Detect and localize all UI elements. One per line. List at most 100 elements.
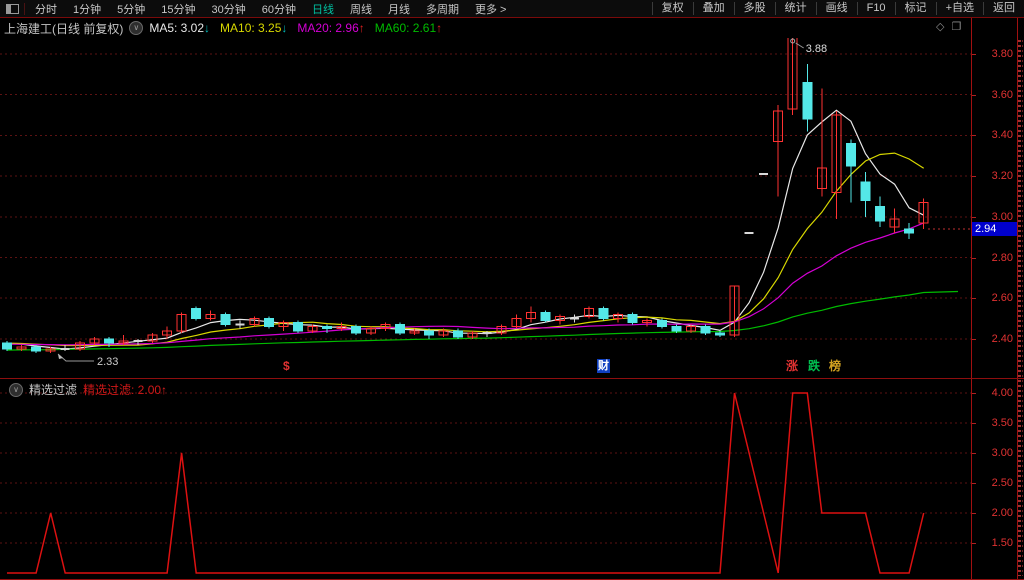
- indicator-chart[interactable]: [0, 379, 971, 578]
- candle-body: [876, 207, 885, 221]
- period-tab-4[interactable]: 30分钟: [204, 4, 254, 16]
- event-marker-4[interactable]: 榜: [829, 359, 841, 373]
- indicator-tick-label: 3.00: [992, 447, 1013, 459]
- price-tick-label: 3.40: [992, 129, 1013, 141]
- price-axis: 3.80 3.60 3.40 3.20 3.00 2.80 2.60 2.40 2.94: [971, 38, 1017, 378]
- period-tab-2[interactable]: 5分钟: [109, 4, 153, 16]
- indicator-axis: 4.00 3.50 3.00 2.50 2.00 1.50: [971, 379, 1017, 578]
- period-tab-0[interactable]: 分时: [27, 4, 65, 16]
- ma20-line: [7, 223, 924, 345]
- candle-body: [323, 327, 332, 329]
- pane-separator[interactable]: [0, 378, 1024, 379]
- toolbar-button-4[interactable]: 画线: [816, 2, 857, 15]
- candle-body: [905, 229, 914, 233]
- candle-body: [657, 321, 666, 327]
- period-tab-3[interactable]: 15分钟: [153, 4, 203, 16]
- period-tab-6[interactable]: 日线: [304, 4, 342, 16]
- right-scroll-strip[interactable]: [1018, 40, 1021, 576]
- price-tick-label: 2.80: [992, 252, 1013, 264]
- chevron-down-icon[interactable]: ∨: [129, 21, 143, 35]
- period-tab-7[interactable]: 周线: [342, 4, 380, 16]
- last-price-badge: 2.94: [972, 222, 1017, 236]
- toolbar-button-6[interactable]: 标记: [895, 2, 936, 15]
- indicator-tick-label: 3.50: [992, 417, 1013, 429]
- period-tab-1[interactable]: 1分钟: [65, 4, 109, 16]
- ma-arrow-icon: ↑: [436, 21, 442, 35]
- chart-right-border: [971, 18, 972, 579]
- ma-value-2: MA20: 2.96↑: [297, 21, 364, 35]
- window-icon[interactable]: [6, 4, 19, 14]
- chart-header: 上海建工(日线 前复权) ∨ MA5: 3.02↓MA10: 3.25↓MA20…: [4, 20, 452, 36]
- candle-body: [352, 327, 361, 333]
- candle-body: [3, 343, 12, 349]
- candle-body: [32, 347, 41, 351]
- ma-arrow-icon: ↓: [204, 21, 210, 35]
- candle-body: [294, 323, 303, 331]
- candle-body: [672, 327, 681, 331]
- indicator-tick-label: 4.00: [992, 387, 1013, 399]
- ma-arrow-icon: ↑: [359, 21, 365, 35]
- price-tick-label: 3.80: [992, 48, 1013, 60]
- low-marker-line: [58, 354, 94, 361]
- candle-body: [192, 308, 201, 318]
- toolbar-button-2[interactable]: 多股: [734, 2, 775, 15]
- toolbar-button-1[interactable]: 叠加: [693, 2, 734, 15]
- candle-body: [599, 308, 608, 318]
- top-toolbar: 分时1分钟5分钟15分钟30分钟60分钟日线周线月线多周期更多 > 复权叠加多股…: [0, 0, 1024, 18]
- indicator-header: ∨ 精选过滤 精选过滤: 2.00 ↑: [3, 381, 167, 398]
- main-candle-chart[interactable]: 3.88 2.33: [0, 38, 971, 378]
- period-tab-8[interactable]: 月线: [380, 4, 418, 16]
- event-marker-1[interactable]: 财: [597, 359, 610, 373]
- chevron-down-icon[interactable]: ∨: [9, 383, 23, 397]
- candle-body: [424, 331, 433, 335]
- event-marker-0[interactable]: $: [283, 359, 290, 373]
- period-tab-5[interactable]: 60分钟: [254, 4, 304, 16]
- ma-arrow-icon: ↓: [281, 21, 287, 35]
- period-tab-10[interactable]: 更多 >: [467, 4, 514, 16]
- price-tick-label: 3.00: [992, 211, 1013, 223]
- panel-toggle-icon[interactable]: ❐: [951, 20, 961, 33]
- candle-body: [846, 144, 855, 166]
- candle-body: [221, 314, 230, 324]
- high-price-label: 3.88: [806, 43, 827, 55]
- indicator-value: 精选过滤: 2.00: [83, 381, 161, 398]
- toolbar-actions: 复权叠加多股统计画线F10标记+自选返回: [652, 0, 1024, 17]
- stock-title: 上海建工(日线 前复权): [4, 20, 123, 37]
- toolbar-button-8[interactable]: 返回: [983, 2, 1024, 15]
- ma5-line: [7, 110, 924, 349]
- candle-body: [701, 327, 710, 333]
- candle-body: [861, 182, 870, 200]
- event-marker-3[interactable]: 跌: [808, 359, 820, 373]
- indicator-tick-label: 2.50: [992, 477, 1013, 489]
- toolbar-button-0[interactable]: 复权: [652, 2, 693, 15]
- price-tick-label: 3.60: [992, 89, 1013, 101]
- candle-body: [628, 314, 637, 322]
- candle-body: [803, 82, 812, 119]
- event-marker-2[interactable]: 涨: [786, 359, 798, 373]
- up-arrow-icon: ↑: [161, 383, 167, 397]
- ma-value-3: MA60: 2.61↑: [375, 21, 442, 35]
- period-tabs: 分时1分钟5分钟15分钟30分钟60分钟日线周线月线多周期更多 >: [27, 1, 514, 17]
- period-tab-9[interactable]: 多周期: [418, 4, 467, 16]
- price-tick-label: 2.60: [992, 292, 1013, 304]
- toolbar-divider: [24, 3, 25, 15]
- price-tick-label: 3.20: [992, 170, 1013, 182]
- candle-body: [541, 312, 550, 320]
- ma-values: MA5: 3.02↓MA10: 3.25↓MA20: 2.96↑MA60: 2.…: [149, 21, 452, 35]
- candle-body: [454, 331, 463, 337]
- ma-value-1: MA10: 3.25↓: [220, 21, 287, 35]
- indicator-pane-title: 精选过滤: [29, 381, 77, 398]
- toolbar-button-5[interactable]: F10: [857, 2, 895, 15]
- candle-body: [715, 333, 724, 335]
- ma10-line: [7, 153, 924, 345]
- app-window: 分时1分钟5分钟15分钟30分钟60分钟日线周线月线多周期更多 > 复权叠加多股…: [0, 0, 1024, 580]
- right-scroll-strip: [1022, 40, 1023, 576]
- low-price-label: 2.33: [97, 356, 118, 368]
- indicator-tick-label: 2.00: [992, 507, 1013, 519]
- diamond-icon[interactable]: ◇: [936, 20, 944, 33]
- toolbar-button-7[interactable]: +自选: [936, 2, 983, 15]
- indicator-tick-label: 1.50: [992, 537, 1013, 549]
- price-tick-label: 2.40: [992, 333, 1013, 345]
- toolbar-button-3[interactable]: 统计: [775, 2, 816, 15]
- candle-body: [395, 325, 404, 333]
